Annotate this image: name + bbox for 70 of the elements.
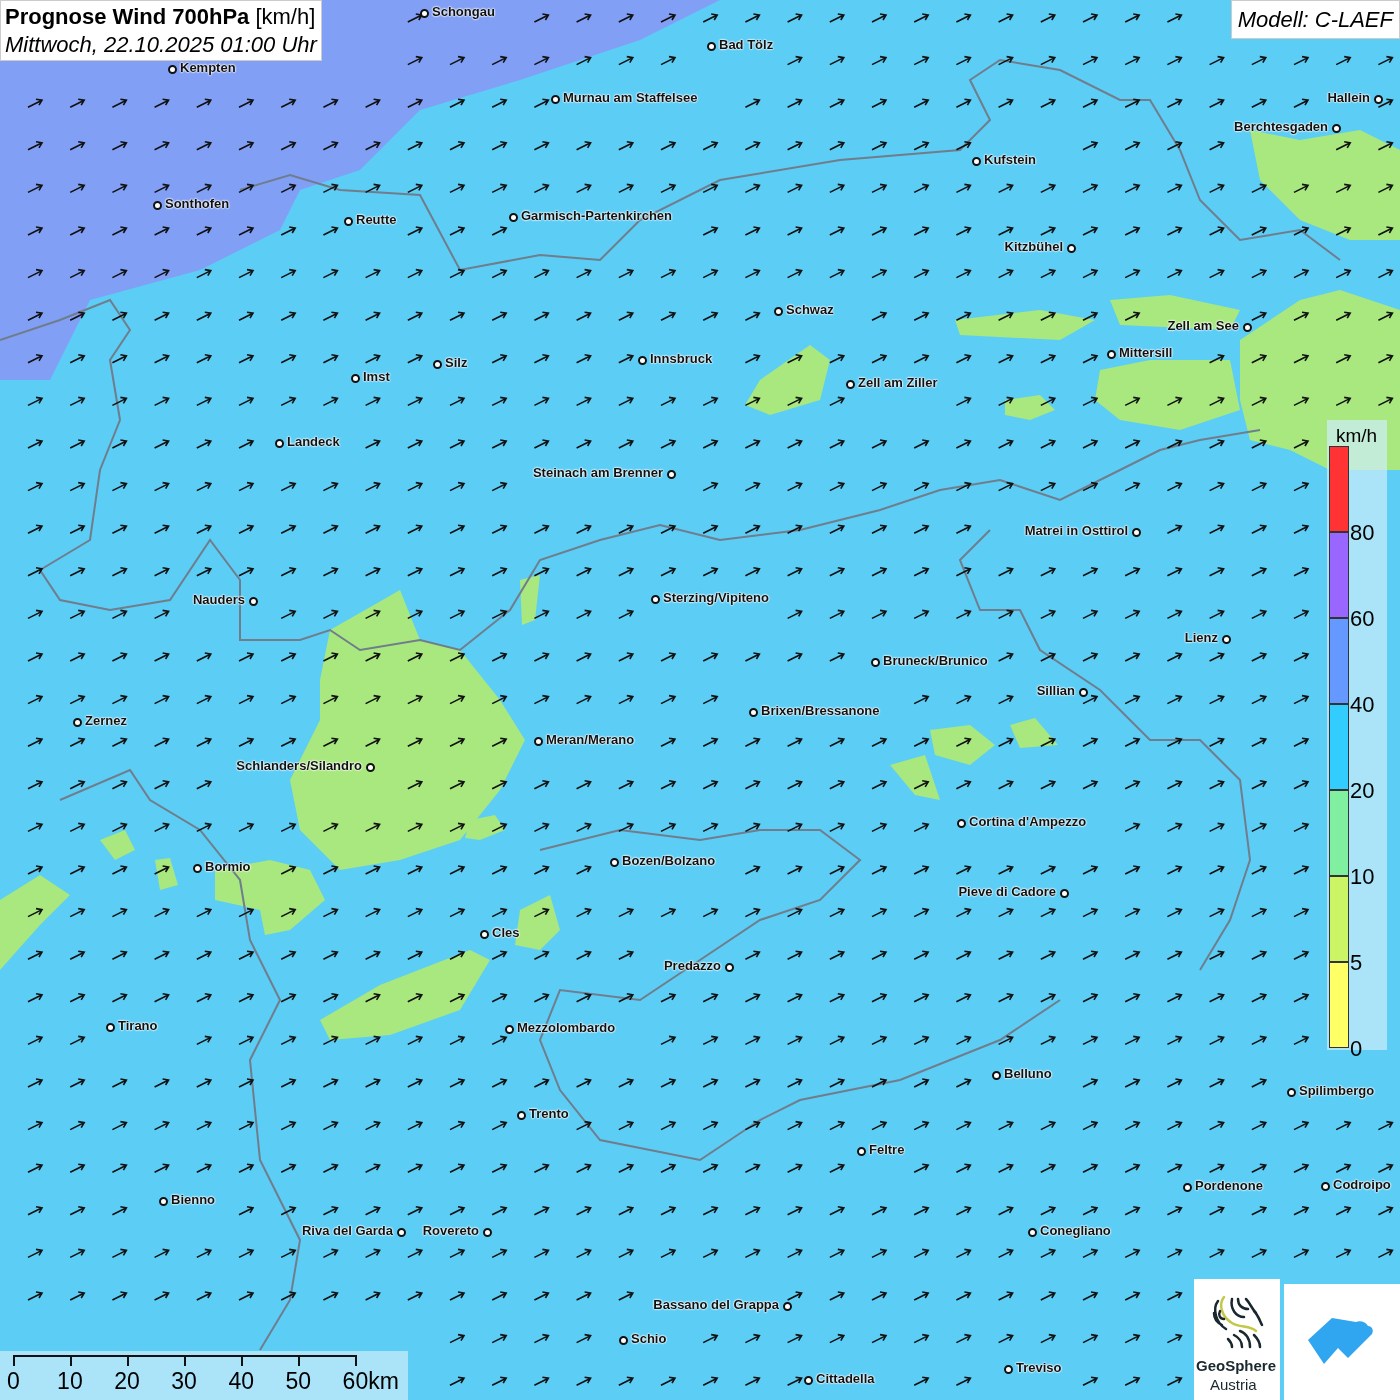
city-label: Schwaz (786, 303, 834, 316)
city-label: Mittersill (1119, 346, 1173, 359)
city-label: Bad Tölz (719, 38, 774, 51)
legend-value: 0 (1350, 1038, 1363, 1060)
legend-value: 80 (1350, 522, 1375, 544)
city-label: Bozen/Bolzano (622, 854, 716, 867)
legend-unit: km/h (1336, 424, 1378, 448)
city-label: Tirano (118, 1019, 158, 1032)
city-label: Spilimbergo (1299, 1084, 1375, 1097)
map-title: Prognose Wind 700hPa [km/h] (5, 3, 317, 31)
scale-label: 20 (114, 1370, 140, 1393)
city-label: Predazzo (663, 959, 721, 972)
city-label: Trento (529, 1107, 569, 1120)
scale-label: 60km (342, 1370, 399, 1393)
city-label: Kempten (180, 61, 236, 74)
city-label: Meran/Merano (546, 733, 635, 746)
city-label: Brixen/Bressanone (761, 704, 880, 717)
city-label: Innsbruck (650, 352, 713, 365)
city-label: Reutte (356, 213, 397, 226)
city-label: Zernez (85, 714, 127, 727)
city-label: Steinach am Brenner (532, 466, 663, 479)
city-label: Sillian (1036, 684, 1075, 697)
city-label: Conegliano (1040, 1224, 1111, 1237)
legend-value: 40 (1350, 694, 1375, 716)
city-label: Belluno (1004, 1067, 1052, 1080)
city-label: Bassano del Grappa (653, 1298, 779, 1311)
city-label: Zell am Ziller (858, 376, 938, 389)
city-label: Bormio (205, 860, 251, 873)
legend-value: 10 (1350, 866, 1375, 888)
city-label: Murnau am Staffelsee (563, 91, 698, 104)
city-label: Sterzing/Vipiteno (663, 591, 769, 604)
city-label: Bienno (171, 1193, 216, 1206)
city-label: Cles (492, 926, 520, 939)
city-label: Kufstein (984, 153, 1036, 166)
scale-label: 0 (7, 1370, 20, 1393)
legend-value: 5 (1350, 952, 1363, 974)
logo-subname: Austria (1210, 1375, 1257, 1395)
city-label: Schongau (432, 5, 495, 18)
city-label: Nauders (192, 593, 245, 606)
city-label: Feltre (869, 1143, 905, 1156)
model-name: Modell: C-LAEF (1230, 0, 1400, 39)
legend-value: 60 (1350, 608, 1375, 630)
logo-name: GeoSphere (1196, 1356, 1277, 1376)
city-label: Lienz (1184, 631, 1218, 644)
scale-label: 50 (285, 1370, 312, 1393)
scale-label: 40 (228, 1370, 254, 1393)
city-label: Mezzolombardo (517, 1021, 616, 1034)
city-label: Sonthofen (165, 197, 230, 210)
city-label: Imst (363, 370, 390, 383)
city-label: Matrei in Osttirol (1024, 524, 1128, 537)
scale-label: 10 (57, 1370, 83, 1393)
city-label: Silz (445, 356, 468, 369)
city-label: Rovereto (422, 1224, 479, 1237)
city-label: Pordenone (1195, 1179, 1263, 1192)
city-label: Bruneck/Brunico (883, 654, 988, 667)
city-label: Schio (631, 1332, 667, 1345)
city-label: Garmisch-Partenkirchen (521, 209, 672, 222)
city-label: Cittadella (816, 1372, 875, 1385)
city-label: Berchtesgaden (1234, 120, 1328, 133)
city-label: Landeck (287, 435, 340, 448)
city-label: Cortina d'Ampezzo (969, 815, 1087, 828)
city-label: Hallein (1327, 91, 1370, 104)
legend-value: 20 (1350, 780, 1375, 802)
city-label: Pieve di Cadore (958, 885, 1056, 898)
scale-label: 30 (171, 1370, 197, 1393)
forecast-time: Mittwoch, 22.10.2025 01:00 Uhr (5, 30, 317, 58)
city-label: Codroipo (1333, 1178, 1391, 1191)
city-label: Riva del Garda (301, 1224, 393, 1237)
city-label: Kitzbühel (1004, 240, 1063, 253)
city-label: Treviso (1016, 1361, 1062, 1374)
